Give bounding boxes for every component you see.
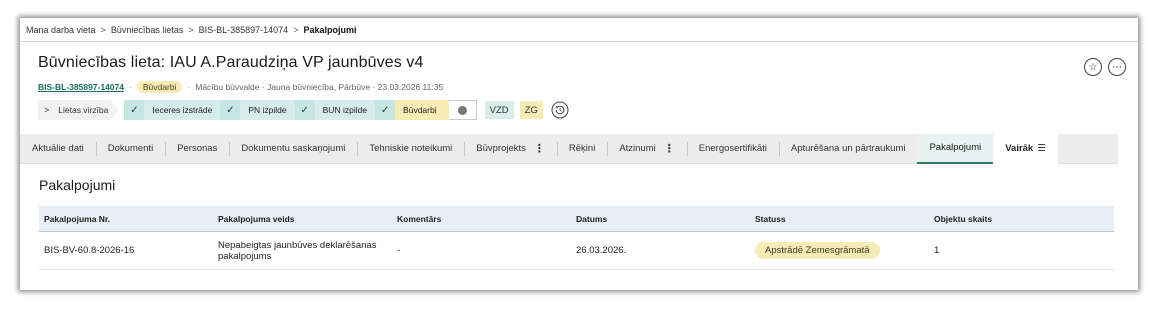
more-tabs-label: Vairāk [1005,143,1034,154]
breadcrumb: Mana darba vieta > Būvniecības lietas > … [20,18,1138,42]
case-header: Būvniecības lieta: IAU A.Paraudziņa VP j… [20,42,1138,134]
tab-label: Tehniskie noteikumi [369,143,453,154]
process-step-label: Ieceres izstrāde [144,100,221,120]
tab-label: Personas [177,143,218,154]
checkmark-icon: ✓ [220,100,241,120]
tab-label: Rēķini [568,143,596,154]
tab-label: Dokumentu saskaņojumi [241,143,346,154]
tab-construction-project[interactable]: Būvprojekts ⋮ [464,134,557,164]
column-header[interactable]: Objektu skaits [934,214,1114,224]
case-meta: BIS-BL-385897-14074 · Būvdarbi · Mācību … [38,81,1120,93]
tab-technical-conditions[interactable]: Tehniskie noteikumi [357,134,464,164]
tab-label: Būvprojekts [476,143,526,154]
process-step-construction: ✓ Būvdarbi [375,100,477,120]
status-badge: Būvdarbi [136,81,183,93]
tab-label: Apturēšana un pārtraukumi [790,143,906,154]
cell-status: Apstrādē Zemesgrāmatā [755,242,934,259]
column-header[interactable]: Datums [576,214,755,224]
case-meta-text: Mācību būvvalde · Jauna būvniecība, Pārb… [195,82,444,92]
kebab-menu-icon[interactable]: ⋮ [664,142,675,155]
current-step-indicator [448,100,477,120]
favorite-star-icon[interactable]: ☆ [1084,58,1102,76]
table-header: Pakalpojuma Nr. Pakalpojuma veids Koment… [39,206,1114,232]
process-toggle-label: Lietas virzība [58,105,109,115]
checkmark-icon: ✓ [124,100,145,120]
app-window: Mana darba vieta > Būvniecības lietas > … [20,18,1138,290]
tab-document-approvals[interactable]: Dokumentu saskaņojumi [229,134,357,164]
cell-service-number: BIS-BV-60.8-2026-16 [44,245,135,256]
tab-persons[interactable]: Personas [165,134,229,164]
tag-vzd[interactable]: VZD [484,101,514,119]
column-header[interactable]: Komentārs [397,214,576,224]
process-step-design: ✓ Ieceres izstrāde [124,100,221,120]
tab-bar: Aktuālie dati Dokumenti Personas Dokumen… [20,133,1118,164]
section-title: Pakalpojumi [39,177,116,193]
tab-label: Atzinumi [619,143,656,154]
services-table: Pakalpojuma Nr. Pakalpojuma veids Koment… [39,206,1114,270]
tab-services[interactable]: Pakalpojumi [917,133,994,164]
separator-dot: · [129,82,132,92]
column-header[interactable]: Pakalpojuma Nr. [39,214,218,224]
tab-label: Dokumenti [107,143,154,154]
tag-zg[interactable]: ZG [519,101,543,119]
tab-current-data[interactable]: Aktuālie dati [20,134,96,164]
hamburger-menu-icon: ☰ [1037,143,1046,154]
separator-dot: · [187,82,191,92]
more-tabs-button[interactable]: Vairāk ☰ [993,133,1058,164]
page-title: Būvniecības lieta: IAU A.Paraudziņa VP j… [38,54,424,71]
table-row[interactable]: BIS-BV-60.8-2026-16 Nepabeigtas jaunbūve… [39,232,1114,270]
cell-object-count: 1 [934,245,940,256]
chevron-right-icon: > [100,24,106,35]
chevron-right-icon: > [293,24,299,35]
header-actions: ☆ ⋯ [1084,58,1126,76]
process-bar: > Lietas virzība ✓ Ieceres izstrāde ✓ PN… [38,100,1120,120]
tab-label: Aktuālie dati [32,143,84,154]
column-header[interactable]: Pakalpojuma veids [218,214,397,224]
status-badge: Apstrādē Zemesgrāmatā [755,242,880,259]
checkmark-icon: ✓ [294,100,315,120]
column-header[interactable]: Statuss [755,214,934,224]
more-options-icon[interactable]: ⋯ [1108,58,1126,76]
history-icon[interactable] [551,101,569,119]
tab-energy-certificates[interactable]: Energosertifikāti [686,134,779,164]
process-step-pn: ✓ PN izpilde [220,100,295,120]
tab-suspensions[interactable]: Apturēšana un pārtraukumi [778,134,918,164]
breadcrumb-item-case[interactable]: BIS-BL-385897-14074 [199,25,289,35]
tab-opinions[interactable]: Atzinumi ⋮ [607,134,686,164]
kebab-menu-icon[interactable]: ⋮ [534,142,545,155]
cell-comment: - [397,245,401,256]
cell-service-type: Nepabeigtas jaunbūves deklarēšanas pakal… [218,239,377,262]
breadcrumb-item-cases[interactable]: Būvniecības lietas [111,25,184,35]
breadcrumb-current: Pakalpojumi [303,24,357,35]
case-number-link[interactable]: BIS-BL-385897-14074 [38,82,124,92]
tab-label: Energosertifikāti [698,143,767,154]
breadcrumb-item-workplace[interactable]: Mana darba vieta [26,25,96,35]
process-toggle-button[interactable]: > Lietas virzība [38,100,118,120]
chevron-right-icon: > [188,24,194,35]
process-step-label: PN izpilde [240,100,295,120]
process-step-bun: ✓ BUN izpilde [294,100,376,120]
current-dot-icon [457,105,467,115]
checkmark-icon: ✓ [375,100,396,120]
cell-date: 26.03.2026. [576,245,627,256]
tab-invoices[interactable]: Rēķini [556,134,607,164]
tab-label: Pakalpojumi [929,142,982,153]
process-step-label: Būvdarbi [395,100,449,120]
process-step-label: BUN izpilde [314,100,376,120]
tab-documents[interactable]: Dokumenti [95,134,165,164]
chevron-right-icon: > [44,105,50,115]
